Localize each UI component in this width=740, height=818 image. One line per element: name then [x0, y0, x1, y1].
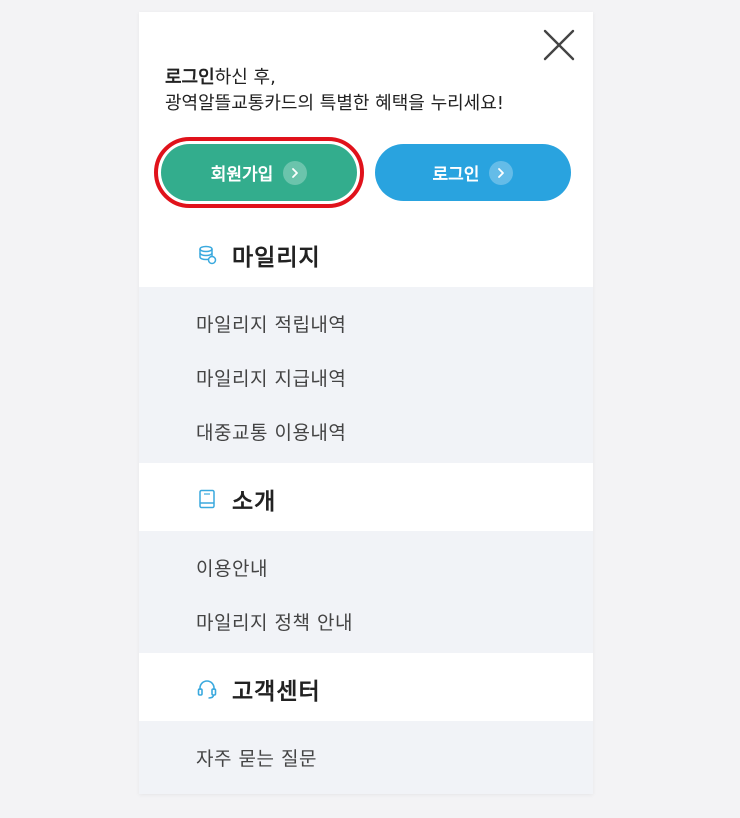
section-body-intro: 이용안내 마일리지 정책 안내	[139, 531, 593, 653]
join-button[interactable]: 회원가입	[154, 137, 364, 208]
intro-bold-text: 로그인	[165, 67, 215, 88]
side-menu-panel: 로그인하신 후, 광역알뜰교통카드의 특별한 혜택을 누리세요! 회원가입 로그…	[139, 12, 593, 794]
menu-item-transit-usage[interactable]: 대중교통 이용내역	[196, 418, 346, 445]
chevron-right-icon	[489, 160, 514, 185]
intro-line1-rest: 하신 후,	[214, 67, 276, 88]
menu-item-mileage-policy[interactable]: 마일리지 정책 안내	[196, 608, 353, 635]
section-body-mileage: 마일리지 적립내역 마일리지 지급내역 대중교통 이용내역	[139, 287, 593, 463]
menu-item-usage-guide[interactable]: 이용안내	[196, 554, 268, 581]
login-intro-text: 로그인하신 후, 광역알뜰교통카드의 특별한 혜택을 누리세요!	[165, 65, 585, 117]
section-header-intro: 소개	[139, 467, 593, 531]
coins-icon	[196, 244, 218, 266]
menu-item-faq[interactable]: 자주 묻는 질문	[196, 744, 317, 771]
menu-item-mileage-earned[interactable]: 마일리지 적립내역	[196, 310, 346, 337]
close-icon[interactable]	[543, 29, 575, 61]
section-title-mileage: 마일리지	[232, 245, 321, 271]
login-button[interactable]: 로그인	[375, 144, 571, 201]
chevron-right-icon	[283, 160, 308, 185]
section-header-mileage: 마일리지	[139, 223, 593, 287]
headset-icon	[196, 678, 218, 700]
section-header-support: 고객센터	[139, 657, 593, 721]
intro-line2: 광역알뜰교통카드의 특별한 혜택을 누리세요!	[165, 93, 505, 114]
login-button-label: 로그인	[432, 165, 480, 185]
join-button-label: 회원가입	[210, 165, 274, 185]
section-title-support: 고객센터	[232, 679, 321, 705]
book-icon	[196, 488, 218, 510]
menu-item-mileage-paid[interactable]: 마일리지 지급내역	[196, 364, 346, 391]
section-body-support: 자주 묻는 질문	[139, 721, 593, 794]
section-title-intro: 소개	[232, 489, 277, 515]
